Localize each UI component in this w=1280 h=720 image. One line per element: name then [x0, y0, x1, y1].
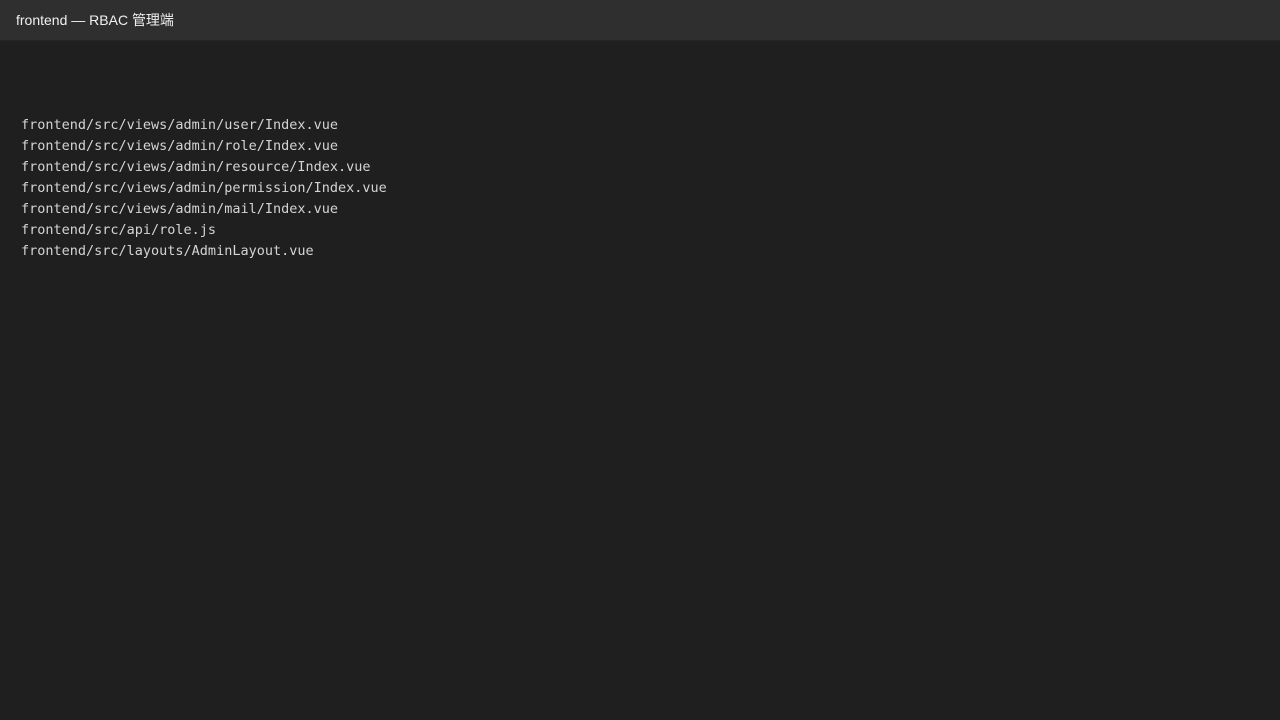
file-path-item: frontend/src/api/role.js [21, 222, 217, 238]
file-path-item: frontend/src/views/admin/resource/Index.… [21, 159, 371, 175]
file-path-item: frontend/src/layouts/AdminLayout.vue [21, 243, 314, 259]
terminal-output: frontend/src/views/admin/user/Index.vue … [0, 41, 1280, 720]
file-path-item: frontend/src/views/admin/user/Index.vue [21, 117, 338, 133]
file-path-item: frontend/src/views/admin/mail/Index.vue [21, 201, 338, 217]
file-path-item: frontend/src/views/admin/permission/Inde… [21, 180, 387, 196]
file-list: frontend/src/views/admin/user/Index.vue … [21, 115, 1280, 262]
file-path-item: frontend/src/views/admin/role/Index.vue [21, 138, 338, 154]
window-title: frontend — RBAC 管理端 [16, 12, 174, 28]
title-bar: frontend — RBAC 管理端 [0, 0, 1280, 41]
app-window: frontend — RBAC 管理端 frontend/src/views/a… [0, 0, 1280, 720]
